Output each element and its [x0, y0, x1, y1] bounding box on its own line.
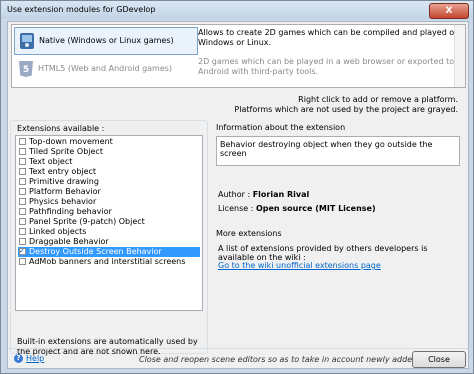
extensions-group: Extensions available : Top-down movement… — [10, 120, 208, 356]
extensions-window: Use extension modules for GDevelop X Nat… — [0, 0, 474, 374]
extension-checkbox[interactable] — [19, 198, 26, 205]
help-label[interactable]: Help — [26, 354, 44, 363]
info-label: Information about the extension — [216, 123, 346, 132]
extension-item-selected[interactable]: Destroy Outside Screen Behavior — [18, 246, 200, 257]
platform-item-native[interactable]: Native (Windows or Linux games) — [14, 27, 198, 55]
extension-checkbox[interactable] — [19, 238, 26, 245]
extension-checkbox[interactable] — [19, 148, 26, 155]
extension-item[interactable]: Pathfinding behavior — [18, 207, 200, 217]
extension-item[interactable]: Text object — [18, 157, 200, 167]
platform-list-scrollbar[interactable] — [454, 25, 465, 87]
platform-hint: Right click to add or remove a platform. — [298, 95, 458, 104]
extension-item[interactable]: Platform Behavior — [18, 187, 200, 197]
wiki-link[interactable]: Go to the wiki unofficial extensions pag… — [218, 261, 381, 270]
platform-name: Native (Windows or Linux games) — [39, 36, 174, 45]
extensions-label: Extensions available : — [17, 124, 105, 133]
extension-checkbox[interactable] — [19, 228, 26, 235]
extension-item[interactable]: Top-down movement — [18, 137, 200, 147]
extension-item[interactable]: Linked objects — [18, 227, 200, 237]
author-label: Author : — [218, 190, 251, 199]
svg-text:5: 5 — [23, 65, 29, 75]
extension-checkbox[interactable] — [19, 218, 26, 225]
platform-item-html5[interactable]: 5 HTML5 (Web and Android games) — [14, 56, 196, 82]
platform-name: HTML5 (Web and Android games) — [38, 64, 173, 73]
platform-description: Allows to create 2D games which can be c… — [198, 28, 460, 47]
license-value: Open source (MIT License) — [255, 204, 376, 213]
more-extensions-text: A list of extensions provided by others … — [218, 244, 428, 262]
author-line: Author : Florian Rival — [218, 190, 309, 199]
window-title: Use extension modules for GDevelop — [7, 5, 156, 14]
extension-checkbox[interactable] — [19, 178, 26, 185]
extension-checkbox[interactable] — [19, 168, 26, 175]
extension-checkbox[interactable] — [19, 158, 26, 165]
license-line: License : Open source (MIT License) — [218, 204, 376, 213]
window-close-button[interactable]: X — [429, 3, 469, 19]
platform-description: 2D games which can be played in a web br… — [198, 57, 455, 76]
title-bar: Use extension modules for GDevelop X — [1, 1, 473, 19]
extension-description: Behavior destroying object when they go … — [216, 136, 460, 166]
help-icon: ? — [14, 354, 23, 363]
extension-item[interactable]: Physics behavior — [18, 197, 200, 207]
footer: ? Help Close and reopen scene editors so… — [8, 348, 468, 369]
extension-checkbox[interactable] — [19, 208, 26, 215]
extension-item[interactable]: Tiled Sprite Object — [18, 147, 200, 157]
platform-list[interactable]: Native (Windows or Linux games) Allows t… — [11, 24, 466, 88]
extensions-list[interactable]: Top-down movement Tiled Sprite Object Te… — [15, 135, 203, 311]
dialog-body: Native (Windows or Linux games) Allows t… — [7, 21, 469, 369]
extension-info-panel: Information about the extension Behavior… — [212, 120, 464, 352]
extension-item[interactable]: Text entry object — [18, 167, 200, 177]
extension-item[interactable]: Draggable Behavior — [18, 237, 200, 247]
html5-icon: 5 — [19, 61, 33, 77]
close-button[interactable]: Close — [412, 351, 466, 368]
extension-item[interactable]: Primitive drawing — [18, 177, 200, 187]
extension-checkbox[interactable] — [19, 258, 26, 265]
extension-item[interactable]: AdMob banners and interstitial screens — [18, 257, 200, 267]
author-value: Florian Rival — [252, 190, 310, 199]
extension-checkbox-checked[interactable] — [19, 246, 26, 256]
extension-checkbox[interactable] — [19, 138, 26, 145]
platform-hint-grayed: Platforms which are not used by the proj… — [234, 105, 458, 114]
more-extensions-label: More extensions — [216, 229, 282, 238]
native-platform-icon — [20, 33, 34, 49]
license-label: License : — [218, 204, 254, 213]
extension-checkbox[interactable] — [19, 188, 26, 195]
extension-item[interactable]: Panel Sprite (9-patch) Object — [18, 217, 200, 227]
